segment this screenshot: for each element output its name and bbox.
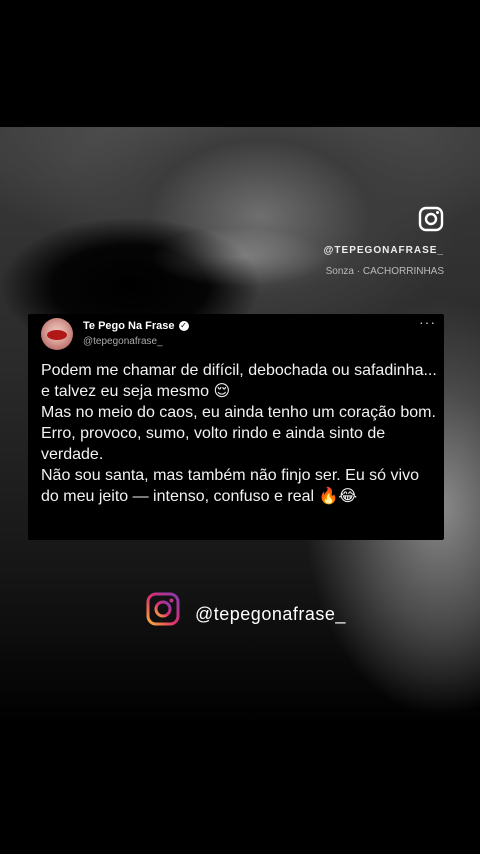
tweet-line: Podem me chamar de difícil, debochada ou… xyxy=(41,362,437,400)
footer-handle[interactable]: @tepegonafrase_ xyxy=(195,604,346,625)
instagram-icon[interactable] xyxy=(146,592,180,626)
display-name: Te Pego Na Frase xyxy=(83,320,175,332)
tweet-line: Erro, provoco, sumo, volto rindo e ainda… xyxy=(41,425,386,463)
tweet-line: Mas no meio do caos, eu ainda tenho um c… xyxy=(41,404,436,421)
tweet-card: Te Pego Na Frase ✓ @tepegonafrase_ ··· P… xyxy=(28,314,444,540)
tweet-text: Podem me chamar de difícil, debochada ou… xyxy=(41,360,437,507)
verified-check-icon: ✓ xyxy=(178,321,189,331)
music-label[interactable]: Sonza · CACHORRINHAS xyxy=(326,266,444,277)
overlay-handle[interactable]: @TEPEGONAFRASE_ xyxy=(324,245,444,256)
avatar[interactable] xyxy=(41,318,73,350)
more-options-icon[interactable]: ··· xyxy=(419,314,436,330)
instagram-icon[interactable] xyxy=(418,206,444,232)
lips-highlight xyxy=(150,227,330,287)
tweet-line: Não sou santa, mas também não finjo ser.… xyxy=(41,467,419,505)
username: @tepegonafrase_ xyxy=(83,336,163,347)
lips-icon xyxy=(47,330,67,340)
display-name-row[interactable]: Te Pego Na Frase ✓ xyxy=(83,320,189,332)
